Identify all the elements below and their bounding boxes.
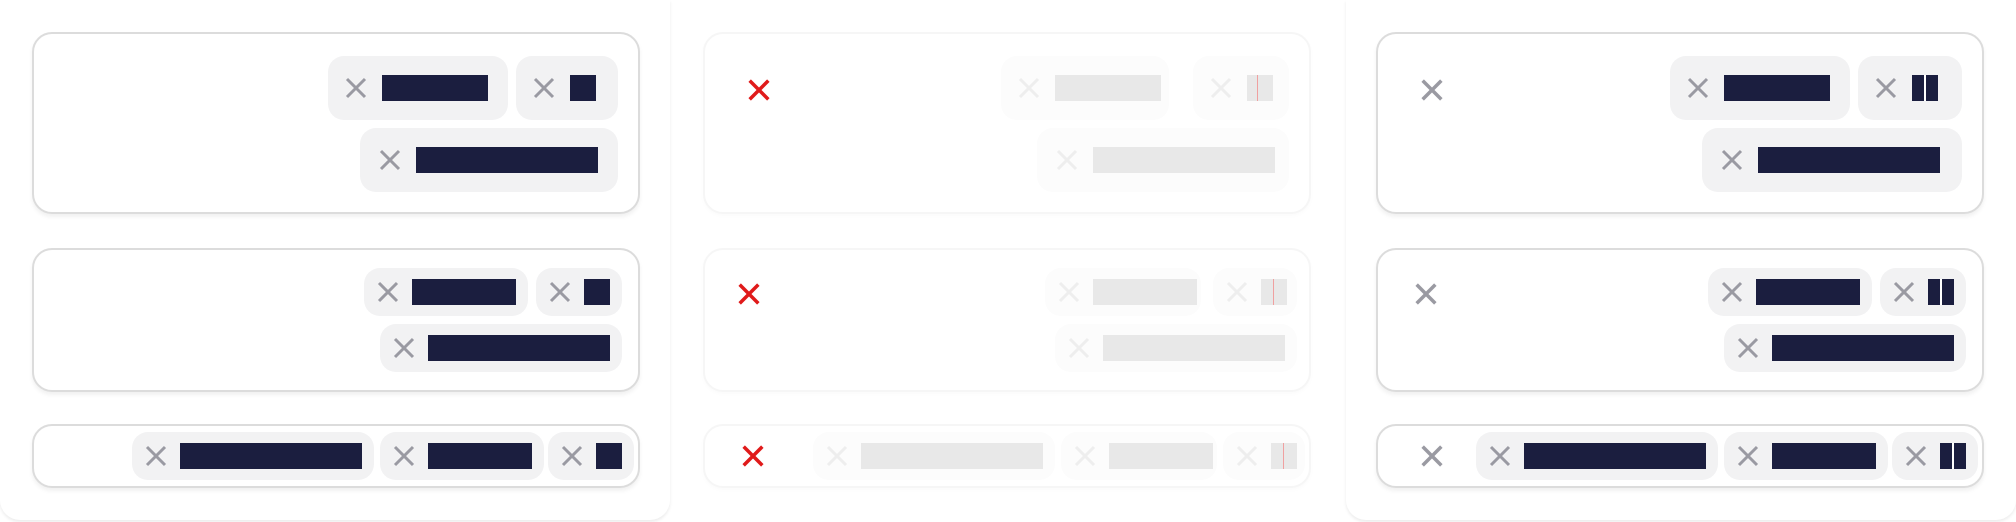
close-icon[interactable]	[1418, 76, 1446, 104]
selected-chip	[1045, 268, 1201, 316]
chip-label-redacted	[428, 443, 532, 469]
chip-label-redacted	[1093, 279, 1197, 305]
close-icon[interactable]	[392, 336, 416, 360]
close-icon[interactable]	[376, 280, 400, 304]
selected-chip[interactable]	[1880, 268, 1966, 316]
close-icon[interactable]	[735, 280, 763, 308]
selected-chip[interactable]	[364, 268, 528, 316]
close-icon	[825, 444, 849, 468]
chip-label-redacted	[1912, 75, 1938, 101]
close-icon	[1073, 444, 1097, 468]
chip-label-redacted	[584, 279, 610, 305]
selected-chip	[813, 432, 1055, 480]
selected-chip[interactable]	[1724, 324, 1966, 372]
selected-chip	[1055, 324, 1297, 372]
close-icon[interactable]	[1736, 444, 1760, 468]
chip-label-redacted	[180, 443, 362, 469]
close-icon	[1235, 444, 1259, 468]
selected-chip[interactable]	[380, 324, 622, 372]
close-icon[interactable]	[1892, 280, 1916, 304]
chip-label-redacted	[1772, 443, 1876, 469]
selected-chip[interactable]	[548, 432, 634, 480]
close-icon[interactable]	[1874, 76, 1898, 100]
close-icon[interactable]	[1686, 76, 1710, 100]
close-icon	[1225, 280, 1249, 304]
multi-select-medium	[703, 248, 1311, 392]
selected-chip[interactable]	[1858, 56, 1962, 120]
chip-label-redacted	[428, 335, 610, 361]
chip-label-redacted	[1247, 75, 1273, 101]
chip-label-redacted	[1756, 279, 1860, 305]
selected-chip[interactable]	[516, 56, 618, 120]
close-icon[interactable]	[1720, 280, 1744, 304]
close-icon[interactable]	[560, 444, 584, 468]
chip-label-redacted	[596, 443, 622, 469]
chip-label-redacted	[1772, 335, 1954, 361]
panel-clearable	[1346, 0, 2016, 520]
selected-chip[interactable]	[1476, 432, 1718, 480]
selected-chip	[1061, 432, 1217, 480]
close-icon[interactable]	[1488, 444, 1512, 468]
selected-chip	[1001, 56, 1169, 120]
chip-label-redacted	[1093, 147, 1275, 173]
selected-chip[interactable]	[1892, 432, 1978, 480]
close-icon	[1055, 148, 1079, 172]
close-icon[interactable]	[548, 280, 572, 304]
selected-chip	[1037, 128, 1289, 192]
close-icon[interactable]	[344, 76, 368, 100]
selected-chip	[1223, 432, 1305, 480]
chip-label-redacted	[416, 147, 598, 173]
close-icon[interactable]	[144, 444, 168, 468]
close-icon	[1057, 280, 1081, 304]
chip-label-redacted	[861, 443, 1043, 469]
multi-select-small	[703, 424, 1311, 488]
close-icon	[1209, 76, 1233, 100]
close-icon	[1017, 76, 1041, 100]
multi-select-small[interactable]	[1376, 424, 1984, 488]
selected-chip[interactable]	[1670, 56, 1850, 120]
close-icon[interactable]	[1720, 148, 1744, 172]
selected-chip	[1193, 56, 1289, 120]
panel-disabled-error	[673, 0, 1343, 520]
selected-chip[interactable]	[360, 128, 618, 192]
multi-select-small[interactable]	[32, 424, 640, 488]
chip-label-redacted	[1940, 443, 1966, 469]
selected-chip[interactable]	[1708, 268, 1872, 316]
selected-chip[interactable]	[132, 432, 374, 480]
chip-label-redacted	[1103, 335, 1285, 361]
chip-label-redacted	[570, 75, 596, 101]
close-icon	[1067, 336, 1091, 360]
chip-label-redacted	[1524, 443, 1706, 469]
selected-chip[interactable]	[1724, 432, 1888, 480]
selected-chip[interactable]	[536, 268, 622, 316]
panel-default	[0, 0, 670, 520]
close-icon[interactable]	[745, 76, 773, 104]
close-icon[interactable]	[739, 442, 767, 470]
multi-select-large	[703, 32, 1311, 214]
multi-select-medium[interactable]	[32, 248, 640, 392]
multi-select-large[interactable]	[1376, 32, 1984, 214]
selected-chip[interactable]	[380, 432, 544, 480]
chip-label-redacted	[1055, 75, 1161, 101]
chip-label-redacted	[1109, 443, 1213, 469]
close-icon[interactable]	[392, 444, 416, 468]
chip-label-redacted	[1724, 75, 1830, 101]
close-icon[interactable]	[378, 148, 402, 172]
close-icon[interactable]	[1736, 336, 1760, 360]
chip-label-redacted	[1758, 147, 1940, 173]
chip-label-redacted	[1928, 279, 1954, 305]
selected-chip[interactable]	[328, 56, 508, 120]
close-icon[interactable]	[1904, 444, 1928, 468]
chip-label-redacted	[1261, 279, 1287, 305]
selected-chip[interactable]	[1702, 128, 1962, 192]
chip-label-redacted	[412, 279, 516, 305]
selected-chip	[1213, 268, 1297, 316]
close-icon[interactable]	[1412, 280, 1440, 308]
chip-label-redacted	[1271, 443, 1297, 469]
multi-select-medium[interactable]	[1376, 248, 1984, 392]
chip-label-redacted	[382, 75, 488, 101]
close-icon[interactable]	[532, 76, 556, 100]
multi-select-large[interactable]	[32, 32, 640, 214]
close-icon[interactable]	[1418, 442, 1446, 470]
